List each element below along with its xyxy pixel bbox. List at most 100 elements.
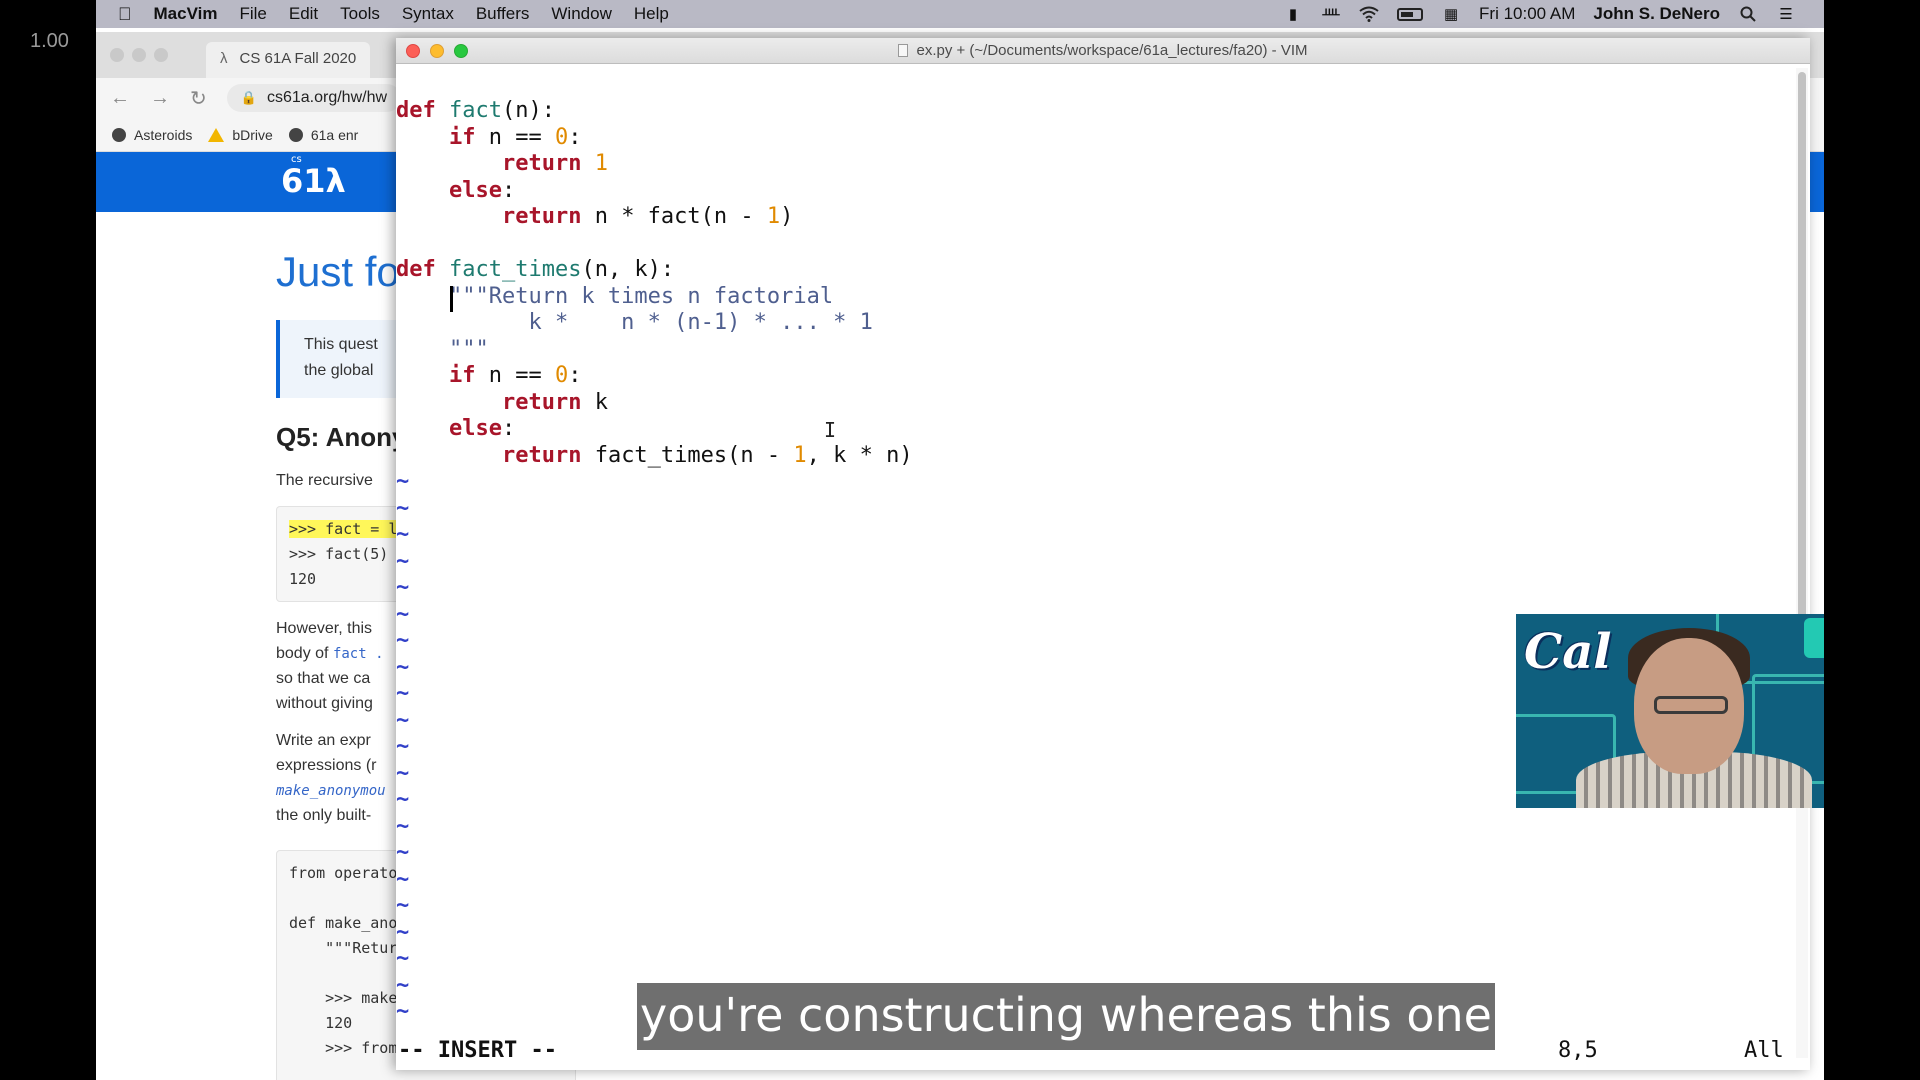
- close-button[interactable]: [406, 44, 420, 58]
- circuit-chip: [1804, 618, 1824, 658]
- zoom-button[interactable]: [454, 44, 468, 58]
- menu-app-name[interactable]: MacVim: [154, 4, 218, 24]
- lambda-favicon-icon: λ: [220, 50, 228, 67]
- inline-code: make_anonymou: [276, 783, 386, 799]
- code-text: :: [568, 124, 582, 150]
- bookmark-bdrive[interactable]: bDrive: [208, 126, 273, 143]
- menu-syntax[interactable]: Syntax: [402, 4, 454, 24]
- code-line[interactable]: """: [396, 337, 489, 363]
- code-line[interactable]: else:: [396, 178, 515, 204]
- bookmark-label: bDrive: [232, 126, 273, 143]
- empty-line-tilde: ~: [396, 919, 410, 945]
- browser-close-button[interactable]: [110, 48, 124, 62]
- spotlight-search-icon[interactable]: [1738, 6, 1758, 22]
- menu-help[interactable]: Help: [634, 4, 669, 24]
- wifi-icon[interactable]: [1359, 6, 1379, 22]
- menu-buffers[interactable]: Buffers: [476, 4, 530, 24]
- cursor-position: 8,5: [1558, 1038, 1598, 1063]
- code-text: ): [780, 204, 794, 229]
- code-function-name: fact: [449, 98, 502, 123]
- paragraph: However, this: [276, 620, 373, 637]
- lock-icon: 🔒: [240, 90, 257, 105]
- code-line[interactable]: if n == 0:: [396, 125, 581, 151]
- empty-line-tilde: ~: [396, 813, 410, 839]
- empty-line-tilde: ~: [396, 495, 410, 521]
- presenter-glasses: [1654, 696, 1728, 714]
- notification-center-icon[interactable]: ☰: [1776, 6, 1796, 23]
- empty-line-tilde: ~: [396, 469, 410, 494]
- menu-tools[interactable]: Tools: [340, 4, 380, 24]
- code-number: 0: [554, 363, 569, 388]
- code-keyword: return: [501, 204, 582, 229]
- mic-icon[interactable]: ▮: [1283, 6, 1303, 23]
- webcam-overlay: Cal: [1516, 614, 1824, 808]
- scrollbar[interactable]: [1796, 68, 1808, 1058]
- code-line[interactable]: k * n * (n-1) * ... * 1: [396, 310, 873, 336]
- bookmark-61a-enr[interactable]: 61a enr: [288, 126, 359, 143]
- code-string: k * n * (n-1) * ... * 1: [396, 310, 873, 335]
- bookmark-asteroids[interactable]: Asteroids: [112, 127, 192, 143]
- bookmark-label: Asteroids: [134, 126, 193, 143]
- code-keyword: return: [501, 151, 582, 176]
- code-line[interactable]: def fact(n):: [396, 98, 555, 124]
- empty-line-tilde: ~: [396, 787, 410, 812]
- browser-minimize-button[interactable]: [132, 48, 146, 62]
- code-line[interactable]: else:: [396, 416, 515, 442]
- code-keyword: if: [448, 124, 476, 150]
- address-url: cs61a.org/hw/hw: [266, 89, 388, 106]
- browser-tab[interactable]: λ CS 61A Fall 2020: [206, 42, 371, 78]
- input-source-icon[interactable]: ▦: [1441, 6, 1461, 23]
- code-keyword: else: [448, 416, 502, 441]
- paragraph: make_anonymou: [276, 782, 386, 800]
- battery-icon[interactable]: [1397, 7, 1424, 21]
- code-keyword: def: [396, 98, 436, 123]
- paragraph: so that we ca: [276, 670, 371, 687]
- code-line[interactable]: """Return k times n factorial: [396, 284, 833, 310]
- subtitle-caption: you're constructing whereas this one: [637, 983, 1495, 1050]
- code-keyword: if: [448, 363, 476, 388]
- menu-window[interactable]: Window: [551, 4, 611, 24]
- code-line[interactable]: return k: [396, 390, 608, 416]
- menubar-clock[interactable]: Fri 10:00 AM: [1479, 4, 1575, 24]
- code-keyword: def: [396, 257, 436, 282]
- code-line[interactable]: return fact_times(n - 1, k * n): [396, 443, 913, 469]
- bluetooth-icon[interactable]: ᚉ: [1321, 6, 1341, 23]
- ibeam-cursor-icon: I: [824, 418, 837, 442]
- paragraph: without giving: [276, 695, 373, 712]
- empty-line-tilde: ~: [396, 681, 410, 706]
- menu-file[interactable]: File: [239, 4, 266, 24]
- globe-icon: [288, 127, 303, 142]
- menubar-user[interactable]: John S. DeNero: [1593, 4, 1720, 24]
- browser-zoom-button[interactable]: [154, 48, 168, 62]
- paragraph: the only built-: [276, 807, 372, 824]
- code-keyword: else: [448, 177, 502, 203]
- minimize-button[interactable]: [430, 44, 444, 58]
- text-cursor: [450, 286, 453, 312]
- code-line[interactable]: def fact_times(n, k):: [396, 257, 674, 283]
- site-logo[interactable]: cs 61λ: [281, 154, 346, 200]
- menu-edit[interactable]: Edit: [289, 4, 318, 24]
- bookmark-label: 61a enr: [310, 126, 359, 143]
- code-line[interactable]: if n == 0:: [396, 363, 581, 389]
- site-logo-small: cs: [291, 154, 302, 165]
- back-icon[interactable]: ←: [110, 87, 130, 110]
- empty-line-tilde: ~: [396, 628, 410, 653]
- address-bar[interactable]: 🔒 cs61a.org/hw/hw: [226, 84, 402, 112]
- browser-window-controls: [110, 48, 168, 62]
- code-line[interactable]: return 1: [396, 151, 608, 177]
- code-line[interactable]: return n * fact(n - 1): [396, 204, 793, 230]
- vim-title: ex.py + (~/Documents/workspace/61a_lectu…: [916, 42, 1308, 59]
- forward-icon[interactable]: →: [150, 87, 170, 110]
- paragraph: Write an expr: [276, 732, 371, 749]
- empty-line-tilde: ~: [396, 972, 410, 998]
- question-heading: Q5: Anony: [276, 422, 407, 452]
- apple-icon[interactable]: : [118, 4, 132, 25]
- reload-icon[interactable]: ↻: [190, 86, 207, 111]
